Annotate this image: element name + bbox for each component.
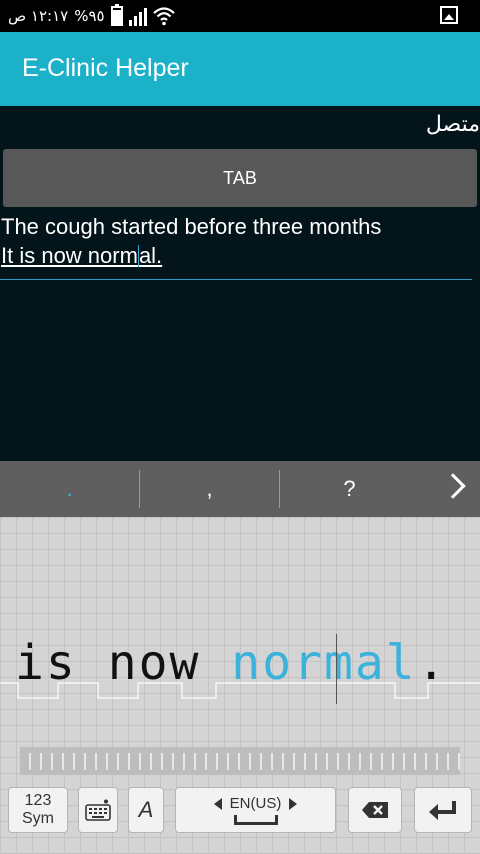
language-selector: EN(US) <box>213 795 298 812</box>
handwriting-tail: . <box>416 635 448 691</box>
arrow-right-icon <box>289 797 298 810</box>
handwriting-pad[interactable]: is now normal. 123 Sym A EN(US) <box>0 517 480 854</box>
symbols-key-line1: 123 <box>24 792 52 809</box>
enter-icon <box>429 801 456 820</box>
battery-icon <box>110 4 123 26</box>
keyboard-bottom-row: 123 Sym A EN(US) <box>0 787 480 841</box>
handwriting-highlight: normal <box>231 635 417 691</box>
tab-button[interactable]: TAB <box>3 149 477 207</box>
message-text-field[interactable]: The cough started before three months It… <box>0 212 472 280</box>
app-title: E-Clinic Helper <box>22 54 189 82</box>
text-line-2-before-cursor: It is now norm <box>1 243 138 268</box>
handwriting-cursor <box>336 634 337 704</box>
language-label: EN(US) <box>229 795 282 812</box>
connection-status: متصل <box>425 112 480 137</box>
suggestion-question[interactable]: ? <box>280 461 419 517</box>
chevron-right-icon[interactable] <box>440 473 466 499</box>
backspace-icon <box>362 802 388 818</box>
handwriting-scrollbar[interactable] <box>20 747 460 775</box>
suggestion-period[interactable]: . <box>0 461 139 517</box>
handwriting-style-key[interactable]: A <box>128 787 164 833</box>
status-left: ١٢:١٧ ص %٩٥ <box>8 4 175 27</box>
backspace-key[interactable] <box>348 787 402 833</box>
app-bar: E-Clinic Helper <box>0 32 480 106</box>
signal-icon <box>128 6 147 26</box>
pen-icon: A <box>138 797 154 822</box>
handwriting-text: is now normal. <box>15 635 448 691</box>
text-line-2: It is now normal. <box>1 241 472 270</box>
keyboard-settings-icon[interactable] <box>78 787 118 833</box>
gallery-icon <box>440 6 458 24</box>
handwriting-plain: is now <box>15 635 232 691</box>
space-key[interactable]: EN(US) <box>175 787 336 833</box>
status-bar: ١٢:١٧ ص %٩٥ <box>0 0 480 32</box>
enter-key[interactable] <box>414 787 472 833</box>
battery-percent: %٩٥ <box>74 7 105 25</box>
suggestion-comma[interactable]: , <box>140 461 279 517</box>
symbols-key[interactable]: 123 Sym <box>8 787 68 833</box>
text-line-1: The cough started before three months <box>1 214 382 239</box>
arrow-left-icon <box>213 797 222 810</box>
wifi-icon <box>152 7 175 26</box>
text-line-2-after-cursor: al. <box>138 243 163 268</box>
symbols-key-line2: Sym <box>22 810 54 827</box>
space-icon <box>233 815 278 825</box>
clock: ١٢:١٧ ص <box>8 7 69 25</box>
suggestion-bar: . , ? <box>0 461 480 517</box>
